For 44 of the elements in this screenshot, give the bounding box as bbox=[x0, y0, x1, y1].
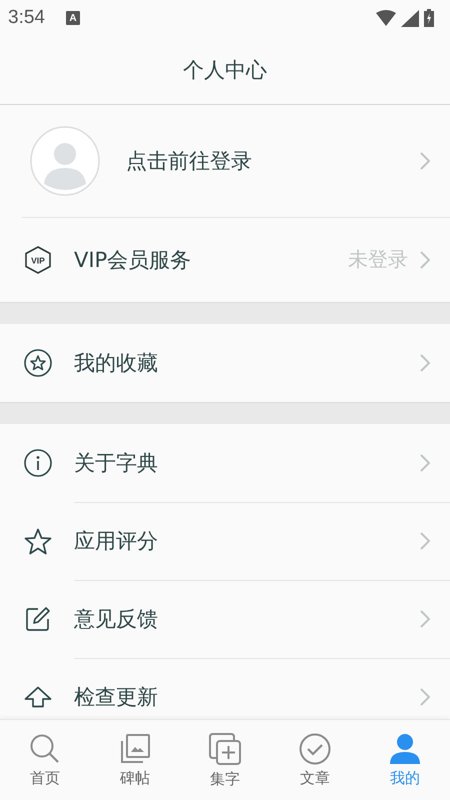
login-label: 点击前往登录 bbox=[126, 148, 253, 175]
menu-row[interactable]: 应用评分 bbox=[0, 502, 450, 580]
menu-label: VIP会员服务 bbox=[74, 246, 192, 274]
menu-label: 我的收藏 bbox=[74, 350, 159, 377]
vip-icon: VIP bbox=[24, 246, 52, 274]
chevron-icon bbox=[420, 354, 430, 372]
chevron-icon bbox=[420, 454, 430, 472]
upload-arrow-icon bbox=[24, 686, 52, 708]
star-icon bbox=[24, 528, 52, 554]
person-icon bbox=[389, 732, 421, 764]
signal-icon bbox=[401, 10, 419, 26]
edit-icon bbox=[24, 606, 52, 632]
menu-row[interactable]: 我的收藏 bbox=[0, 324, 450, 402]
chevron-icon bbox=[420, 610, 430, 628]
menu-label: 关于字典 bbox=[74, 450, 159, 477]
menu-row[interactable]: 意见反馈 bbox=[0, 580, 450, 658]
info-icon bbox=[24, 449, 52, 477]
check-circle-icon bbox=[299, 732, 331, 764]
status-time: 3:54 bbox=[8, 7, 45, 29]
image-stack-icon bbox=[119, 732, 151, 764]
menu-row[interactable]: VIP VIP会员服务 未登录 bbox=[0, 217, 450, 302]
status-value: 未登录 bbox=[348, 246, 408, 273]
search-icon bbox=[29, 732, 61, 764]
tab[interactable]: 文章 bbox=[270, 720, 360, 800]
menu-row[interactable]: 关于字典 bbox=[0, 424, 450, 502]
chevron-icon bbox=[420, 688, 430, 706]
page-title: 个人中心 bbox=[183, 57, 267, 84]
battery-icon bbox=[424, 9, 434, 27]
star-circle-icon bbox=[24, 349, 52, 377]
login-row[interactable]: 点击前往登录 bbox=[0, 105, 450, 217]
add-copy-icon bbox=[208, 732, 242, 766]
menu-label: 检查更新 bbox=[74, 684, 159, 711]
chevron-icon bbox=[420, 532, 430, 550]
tab[interactable]: 碑帖 bbox=[90, 720, 180, 800]
menu-row[interactable]: 检查更新 bbox=[0, 658, 450, 719]
menu-label: 应用评分 bbox=[74, 528, 159, 555]
tab[interactable]: 首页 bbox=[0, 720, 90, 800]
chevron-icon bbox=[420, 250, 430, 268]
avatar-icon bbox=[30, 126, 100, 196]
wifi-icon bbox=[376, 10, 396, 26]
tab[interactable]: 集字 bbox=[180, 720, 270, 800]
notification-icon: A bbox=[66, 11, 80, 25]
menu-label: 意见反馈 bbox=[74, 606, 159, 633]
chevron-icon bbox=[420, 152, 430, 170]
